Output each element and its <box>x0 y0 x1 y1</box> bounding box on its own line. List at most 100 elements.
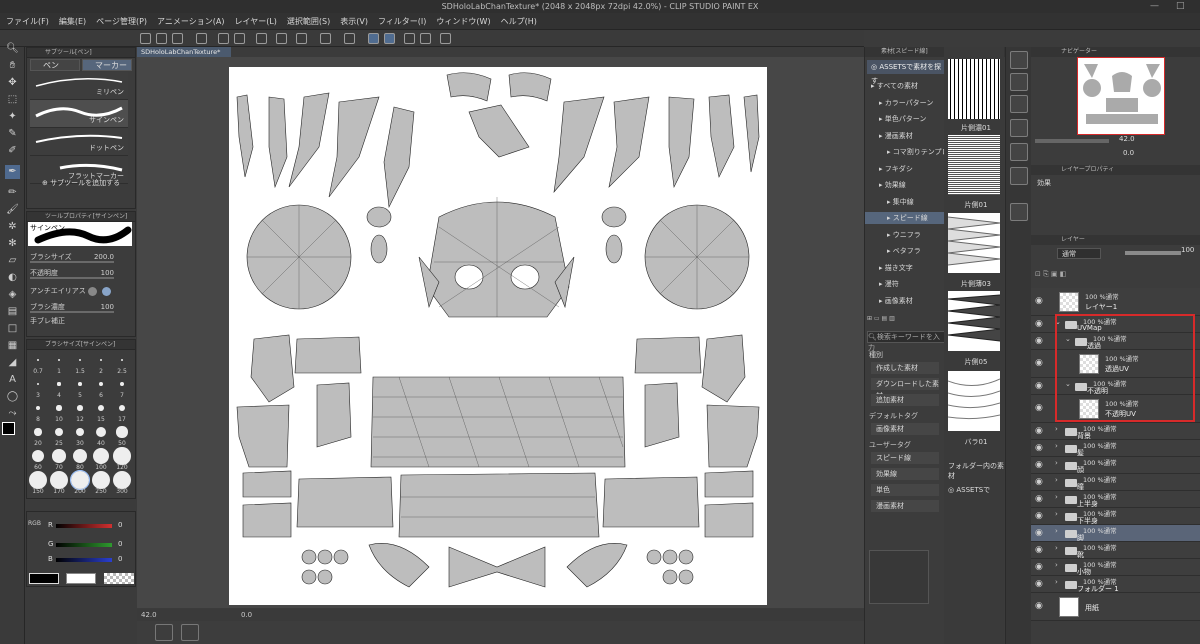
text-tool-icon[interactable]: A <box>5 373 20 387</box>
material-tree-item[interactable]: ▸ 描き文字 <box>865 262 945 274</box>
material-thumb-5[interactable] <box>948 371 1000 431</box>
select-all-icon[interactable] <box>276 33 287 44</box>
move-tool-icon[interactable]: ✥ <box>5 76 20 90</box>
brush-dotpen[interactable]: ドットペン <box>30 128 128 156</box>
eye-icon[interactable]: ◉ <box>1035 460 1043 470</box>
transform-icon[interactable] <box>296 33 307 44</box>
layout-button[interactable] <box>155 624 173 641</box>
eye-icon[interactable]: ◉ <box>1035 403 1043 413</box>
fill-tool-icon[interactable]: ◈ <box>5 288 20 302</box>
eye-icon[interactable]: ◉ <box>1035 381 1043 391</box>
brush-size-dot[interactable] <box>52 449 66 463</box>
material-icon[interactable] <box>1010 143 1028 161</box>
new-file-icon[interactable] <box>140 33 151 44</box>
material-thumb-1[interactable] <box>948 59 1000 119</box>
stabilization-row[interactable]: 手ブレ補正 <box>30 314 128 328</box>
layer-row[interactable]: ◉ › 100 %通常靴 <box>1031 542 1200 559</box>
brush-size-dot[interactable] <box>113 471 131 489</box>
color-r-value[interactable]: 0 <box>118 521 122 529</box>
brush-size-dot[interactable] <box>29 471 47 489</box>
assets-link[interactable]: ◎ ASSETSで <box>948 485 1000 499</box>
airbrush-tool-icon[interactable]: ✲ <box>5 220 20 234</box>
decoration-tool-icon[interactable]: ✻ <box>5 237 20 251</box>
correct-line-tool-icon[interactable]: ⤳ <box>5 407 20 421</box>
material-tree-item[interactable]: ▸ ベタフラ <box>865 245 945 257</box>
menu-selection[interactable]: 選択範囲(S) <box>287 16 330 27</box>
snap-grid-icon[interactable] <box>404 33 415 44</box>
brush-millipen[interactable]: ミリペン <box>30 72 128 100</box>
brush-size-slider[interactable] <box>30 261 114 263</box>
menu-view[interactable]: 表示(V) <box>340 16 368 27</box>
material-tree-item[interactable]: ▸ 効果線 <box>865 179 945 191</box>
brush-tool-icon[interactable]: 🖌︎ <box>5 203 20 217</box>
canvas[interactable] <box>229 67 767 605</box>
color-g-value[interactable]: 0 <box>118 540 122 548</box>
marker-tool-icon[interactable]: ✒ <box>5 165 20 179</box>
split-view-button[interactable] <box>181 624 199 641</box>
pencil-tool-icon[interactable]: ✏ <box>5 186 20 200</box>
main-color-swatch[interactable] <box>2 422 15 435</box>
brush-size-dot[interactable] <box>56 405 62 411</box>
layer-row[interactable]: ◉ › 100 %通常瞳 <box>1031 474 1200 491</box>
kind-added-button[interactable]: 追加素材 <box>871 394 939 406</box>
transparent-color-chip[interactable] <box>104 573 134 584</box>
color-mode-tabs[interactable]: RGB <box>28 520 41 528</box>
fill-icon[interactable] <box>344 33 355 44</box>
snap-ruler-icon[interactable] <box>368 33 379 44</box>
brush-size-dot[interactable] <box>99 382 103 386</box>
menu-edit[interactable]: 編集(E) <box>59 16 86 27</box>
layer-row[interactable]: ◉ › 100 %通常髪 <box>1031 440 1200 457</box>
eye-icon[interactable]: ◉ <box>1035 336 1043 346</box>
chevron-right-icon[interactable]: › <box>1055 578 1058 586</box>
layer-row[interactable]: ◉ › 100 %通常 上半身 <box>1031 491 1200 508</box>
antialias-row[interactable]: アンチエイリアス <box>30 284 128 298</box>
chevron-right-icon[interactable]: › <box>1055 527 1058 535</box>
menu-help[interactable]: ヘルプ(H) <box>501 16 537 27</box>
material-tree-toolbar[interactable]: ⊞ ▭ ▤ ▥ <box>867 315 943 323</box>
layer-row[interactable]: ◉ › 100 %通常 フォルダー 1 <box>1031 576 1200 593</box>
brush-density-row[interactable]: ブラシ濃度 100 <box>30 300 128 314</box>
material-thumb-4[interactable] <box>948 291 1000 351</box>
brush-size-dot[interactable] <box>93 448 109 464</box>
navigator-preview[interactable] <box>1077 57 1165 135</box>
hand-tool-icon[interactable]: ✋︎ <box>5 59 20 73</box>
deselect-icon[interactable] <box>256 33 267 44</box>
material-tree-item[interactable]: ▸ ウニフラ <box>865 229 945 241</box>
clip-studio-icon[interactable] <box>420 33 431 44</box>
material-icon[interactable] <box>1010 203 1028 221</box>
brush-size-dot[interactable] <box>70 470 90 490</box>
material-tree-item[interactable]: ▸ すべての素材 <box>865 80 945 92</box>
material-tree-item[interactable]: ▸ 集中線 <box>865 196 945 208</box>
minimize-button[interactable]: — <box>1150 0 1159 13</box>
chevron-right-icon[interactable]: › <box>1055 425 1058 433</box>
brush-size-dot[interactable] <box>92 471 110 489</box>
layer-row[interactable]: ◉ 100 %通常 レイヤー1 <box>1031 288 1200 316</box>
material-thumb-2[interactable] <box>948 135 1000 195</box>
subtool-tab-marker[interactable]: マーカー <box>82 59 132 71</box>
undo-icon[interactable] <box>218 33 229 44</box>
material-tree-item[interactable]: ▸ 単色パターン <box>865 113 945 125</box>
eye-icon[interactable]: ◉ <box>1035 545 1043 555</box>
brush-size-dot[interactable] <box>95 426 107 438</box>
save-icon[interactable] <box>172 33 183 44</box>
menu-file[interactable]: ファイル(F) <box>6 16 49 27</box>
pen-tool-icon[interactable]: ✐ <box>5 144 20 158</box>
chevron-right-icon[interactable]: › <box>1055 561 1058 569</box>
navigator-icon[interactable] <box>1010 51 1028 69</box>
frame-tool-icon[interactable]: ▦ <box>5 339 20 353</box>
material-icon[interactable] <box>1010 119 1028 137</box>
layer-toolbar[interactable]: ⊡ ⎘ ▣ ◧ <box>1035 270 1195 280</box>
tag-single-color-button[interactable]: 単色 <box>871 484 939 496</box>
material-tree-item[interactable]: ▸ コマ割りテンプレ <box>865 146 945 158</box>
layer-row[interactable]: ◉ › 100 %通常顔 <box>1031 457 1200 474</box>
tag-effect-line-button[interactable]: 効果線 <box>871 468 939 480</box>
zoom-value[interactable]: 42.0 <box>141 609 157 621</box>
subtool-tab-pen[interactable]: ペン <box>30 59 80 71</box>
navigator-zoom-value[interactable]: 42.0 <box>1119 135 1135 143</box>
eyedropper-tool-icon[interactable]: ✎ <box>5 127 20 141</box>
sub-view-icon[interactable] <box>1010 73 1028 91</box>
brush-signpen[interactable]: サインペン <box>30 100 128 128</box>
auto-select-tool-icon[interactable]: ✦ <box>5 110 20 124</box>
figure-tool-icon[interactable]: □ <box>5 322 20 336</box>
tag-speed-line-button[interactable]: スピード線 <box>871 452 939 464</box>
